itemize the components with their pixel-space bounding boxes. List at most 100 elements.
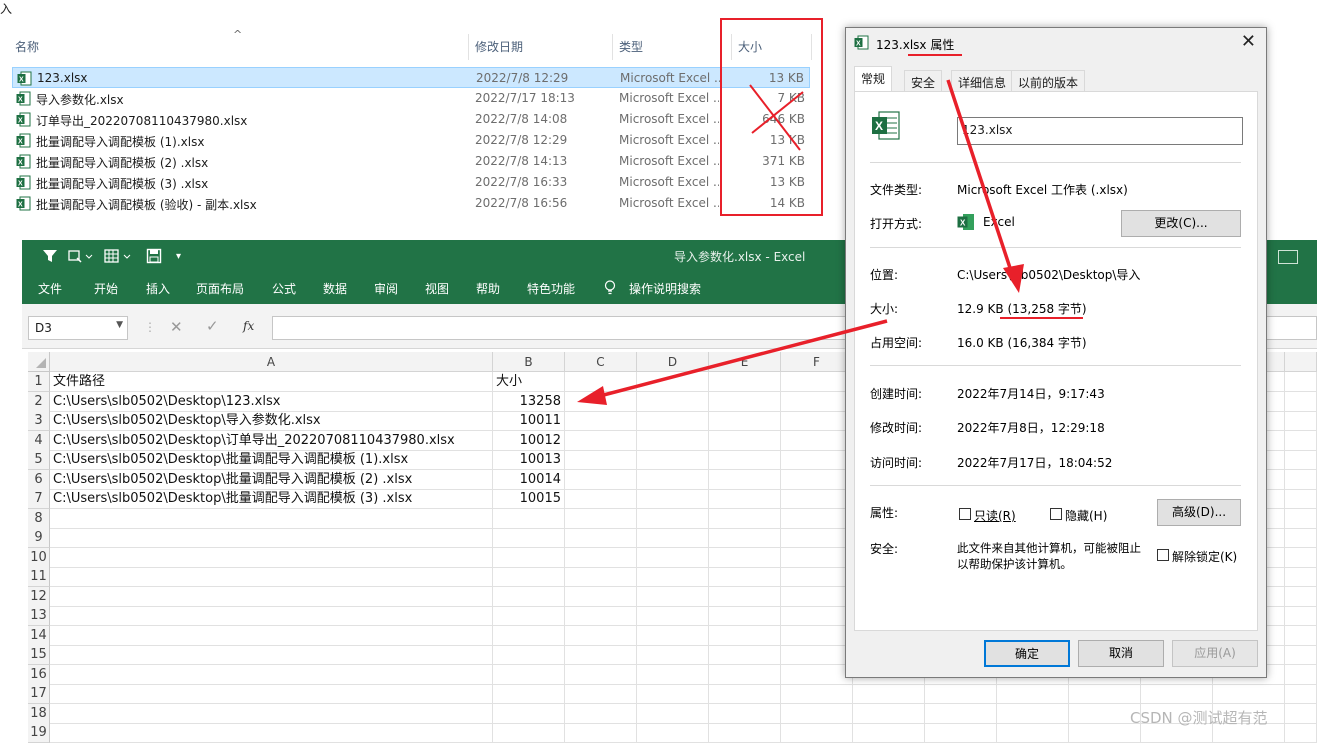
cell-a[interactable] <box>50 645 493 665</box>
cell-b[interactable]: 10013 <box>493 450 565 470</box>
empty-cell[interactable] <box>709 430 781 451</box>
column-header[interactable]: D <box>637 352 709 372</box>
empty-cell[interactable] <box>637 450 709 470</box>
empty-cell[interactable] <box>637 391 709 412</box>
name-box[interactable]: D3 ▼ <box>28 316 128 340</box>
empty-cell[interactable] <box>637 547 709 568</box>
column-header[interactable]: C <box>565 352 637 372</box>
sort-icon[interactable] <box>68 248 94 268</box>
empty-cell[interactable] <box>781 528 853 548</box>
empty-cell[interactable] <box>781 489 853 509</box>
empty-cell[interactable] <box>781 508 853 529</box>
row-header[interactable]: 8 <box>28 508 50 529</box>
apply-button[interactable]: 应用(A) <box>1172 640 1258 667</box>
row-header[interactable]: 17 <box>28 684 50 704</box>
empty-cell[interactable] <box>781 645 853 665</box>
row-header[interactable]: 11 <box>28 567 50 587</box>
column-divider[interactable] <box>612 34 613 60</box>
empty-cell[interactable] <box>781 723 853 743</box>
hidden-checkbox[interactable] <box>1050 508 1062 520</box>
empty-cell[interactable] <box>565 547 637 568</box>
empty-cell[interactable] <box>781 450 853 470</box>
empty-cell[interactable] <box>565 372 637 392</box>
cell-a[interactable] <box>50 606 493 626</box>
cell-b[interactable] <box>493 664 565 685</box>
column-header-date[interactable]: 修改日期 <box>475 38 523 55</box>
empty-cell[interactable] <box>637 411 709 431</box>
cancel-button[interactable]: 取消 <box>1078 640 1164 667</box>
column-header-size[interactable]: 大小 <box>738 38 762 55</box>
empty-cell[interactable] <box>709 508 781 529</box>
column-header[interactable]: F <box>781 352 853 372</box>
empty-cell[interactable] <box>565 469 637 490</box>
table-icon[interactable] <box>104 248 132 268</box>
filter-icon[interactable] <box>42 248 58 268</box>
empty-cell[interactable] <box>853 684 1317 704</box>
column-header[interactable]: E <box>709 352 781 372</box>
empty-cell[interactable] <box>565 703 637 724</box>
empty-cell[interactable] <box>781 567 853 587</box>
empty-cell[interactable] <box>565 430 637 451</box>
column-divider[interactable] <box>731 34 732 60</box>
empty-cell[interactable] <box>637 723 709 743</box>
cell-b[interactable]: 10015 <box>493 489 565 509</box>
empty-cell[interactable] <box>709 372 781 392</box>
tab-previous-versions[interactable]: 以前的版本 <box>1011 70 1086 92</box>
readonly-checkbox[interactable] <box>959 508 971 520</box>
empty-cell[interactable] <box>565 723 637 743</box>
tab-insert[interactable]: 插入 <box>146 280 170 297</box>
file-row[interactable]: X 批量调配导入调配模板 (1).xlsx 2022/7/8 12:29 Micros… <box>12 130 810 151</box>
cell-b[interactable] <box>493 586 565 607</box>
cell-b[interactable] <box>493 723 565 743</box>
empty-cell[interactable] <box>565 450 637 470</box>
cell-b[interactable] <box>493 703 565 724</box>
empty-cell[interactable] <box>637 606 709 626</box>
unblock-checkbox[interactable] <box>1157 549 1169 561</box>
empty-cell[interactable] <box>565 528 637 548</box>
cell-b[interactable] <box>493 606 565 626</box>
empty-cell[interactable] <box>565 489 637 509</box>
cell-b[interactable] <box>493 567 565 587</box>
empty-cell[interactable] <box>709 567 781 587</box>
file-row[interactable]: X 批量调配导入调配模板 (3) .xlsx 2022/7/8 16:33 Micro… <box>12 172 810 193</box>
row-header[interactable]: 5 <box>28 450 50 470</box>
tab-view[interactable]: 视图 <box>425 280 449 297</box>
row-header[interactable]: 13 <box>28 606 50 626</box>
empty-cell[interactable] <box>709 411 781 431</box>
cell-a[interactable] <box>50 586 493 607</box>
readonly-label[interactable]: 只读(R) <box>974 507 1016 524</box>
row-header[interactable]: 14 <box>28 625 50 646</box>
empty-cell[interactable] <box>637 528 709 548</box>
cell-a[interactable] <box>50 528 493 548</box>
empty-cell[interactable] <box>709 450 781 470</box>
empty-cell[interactable] <box>565 391 637 412</box>
cell-a[interactable]: C:\Users\slb0502\Desktop\批量调配导入调配模板 (2) … <box>50 469 493 490</box>
tab-home[interactable]: 开始 <box>94 280 118 297</box>
empty-cell[interactable] <box>709 645 781 665</box>
cell-b[interactable] <box>493 684 565 704</box>
tab-formulas[interactable]: 公式 <box>272 280 296 297</box>
empty-cell[interactable] <box>781 430 853 451</box>
empty-cell[interactable] <box>565 664 637 685</box>
ribbon-display-icon[interactable] <box>1278 250 1298 264</box>
change-button[interactable]: 更改(C)... <box>1121 210 1241 237</box>
empty-cell[interactable] <box>709 684 781 704</box>
empty-cell[interactable] <box>637 645 709 665</box>
hidden-label[interactable]: 隐藏(H) <box>1065 507 1107 524</box>
cell-a[interactable] <box>50 723 493 743</box>
row-header[interactable]: 15 <box>28 645 50 665</box>
cell-b[interactable]: 10014 <box>493 469 565 490</box>
empty-cell[interactable] <box>565 684 637 704</box>
cell-b[interactable] <box>493 508 565 529</box>
cell-a[interactable] <box>50 684 493 704</box>
select-all-corner[interactable] <box>28 352 50 372</box>
empty-cell[interactable] <box>637 469 709 490</box>
row-header[interactable]: 19 <box>28 723 50 743</box>
customize-qat-icon[interactable]: ▾ <box>176 251 181 262</box>
empty-cell[interactable] <box>709 703 781 724</box>
cell-a[interactable] <box>50 508 493 529</box>
tell-me-search[interactable]: 操作说明搜索 <box>629 280 701 297</box>
row-header[interactable]: 3 <box>28 411 50 431</box>
empty-cell[interactable] <box>565 645 637 665</box>
empty-cell[interactable] <box>781 664 853 685</box>
